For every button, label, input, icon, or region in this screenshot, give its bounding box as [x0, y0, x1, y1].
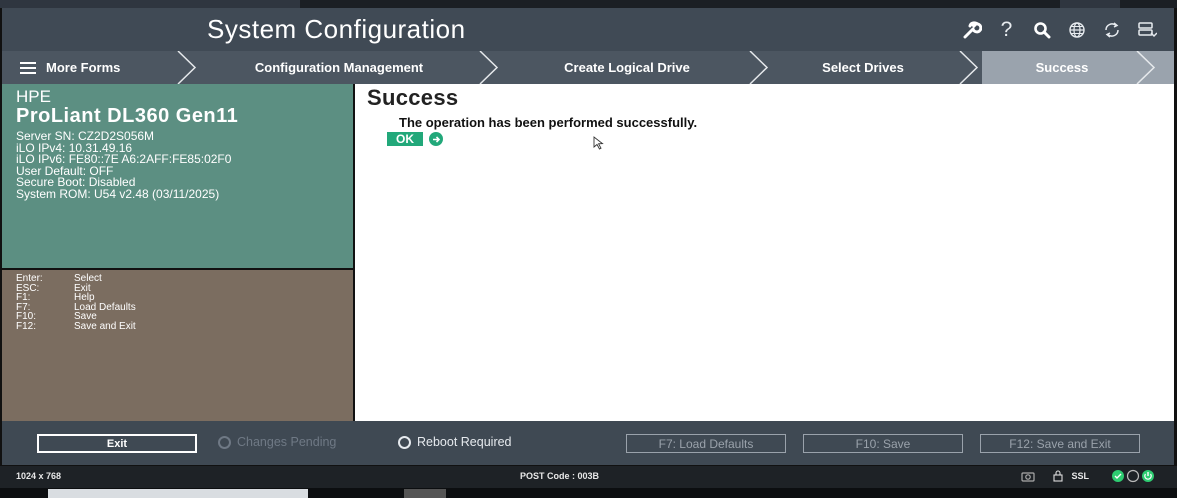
- refresh-icon[interactable]: [1094, 16, 1129, 44]
- top-window-strip: [0, 0, 1177, 8]
- header-toolbar: ?: [954, 16, 1164, 44]
- resolution-label: 1024 x 768: [16, 471, 62, 481]
- app-header: System Configuration ?: [2, 8, 1174, 51]
- help-row: ESC: Exit: [16, 282, 91, 294]
- menu-icon: [20, 59, 36, 77]
- search-icon[interactable]: [1024, 16, 1059, 44]
- reboot-required-indicator: Reboot Required: [398, 435, 512, 449]
- power-status-icons: [1112, 469, 1154, 483]
- globe-icon[interactable]: [1059, 16, 1094, 44]
- radio-icon: [398, 435, 411, 449]
- system-rom: System ROM: U54 v2.48 (03/11/2025): [16, 186, 220, 201]
- wrench-icon[interactable]: [954, 16, 989, 44]
- help-row: F10: Save: [16, 311, 97, 323]
- help-row: F1: Help: [16, 292, 95, 304]
- footer-bar: Exit Changes Pending Reboot Required F7:…: [2, 421, 1174, 465]
- help-icon[interactable]: ?: [989, 16, 1024, 44]
- nav-success[interactable]: Success: [992, 51, 1132, 84]
- success-message: The operation has been performed success…: [399, 115, 698, 130]
- server-brand: HPE: [16, 87, 51, 106]
- success-heading: Success: [367, 85, 459, 110]
- help-row: F12: Save and Exit: [16, 320, 136, 332]
- console-status-bar: 1024 x 768 POST Code : 003B SSL: [0, 466, 1177, 488]
- ok-button[interactable]: OK: [387, 132, 443, 146]
- nav-more-forms[interactable]: More Forms: [20, 51, 170, 84]
- breadcrumb: More Forms Configuration Management Crea…: [2, 51, 1174, 84]
- radio-icon: [218, 435, 231, 449]
- help-row: Enter: Select: [16, 273, 102, 284]
- nav-configuration-management[interactable]: Configuration Management: [208, 51, 470, 84]
- camera-icon[interactable]: [1021, 470, 1036, 482]
- page-title: System Configuration: [207, 14, 466, 44]
- nav-create-logical-drive[interactable]: Create Logical Drive: [512, 51, 742, 84]
- ssl-label: SSL: [1071, 471, 1089, 481]
- key-help-panel: Enter: Select ESC: Exit F1: Help F7: Load De…: [2, 270, 353, 421]
- arrow-right-icon: [429, 132, 443, 146]
- post-code: POST Code : 003B: [520, 471, 600, 481]
- bottom-window-strip: [0, 488, 1177, 498]
- help-row: F7: Load Defaults: [16, 301, 136, 313]
- nav-select-drives[interactable]: Select Drives: [778, 51, 948, 84]
- mouse-cursor-icon: [593, 136, 604, 150]
- changes-pending-indicator: Changes Pending: [218, 435, 336, 449]
- ok-label: OK: [387, 132, 423, 146]
- main-content: Success The operation has been performed…: [355, 84, 1174, 421]
- server-icon[interactable]: [1129, 16, 1164, 44]
- save-exit-button[interactable]: F12: Save and Exit: [980, 434, 1140, 453]
- save-button[interactable]: F10: Save: [803, 434, 963, 453]
- lock-icon: [1053, 470, 1064, 482]
- exit-button[interactable]: Exit: [37, 434, 197, 453]
- server-model: ProLiant DL360 Gen11: [16, 105, 239, 127]
- server-info-panel: HPE ProLiant DL360 Gen11 Server SN: CZ2D…: [2, 84, 353, 268]
- load-defaults-button[interactable]: F7: Load Defaults: [626, 434, 786, 453]
